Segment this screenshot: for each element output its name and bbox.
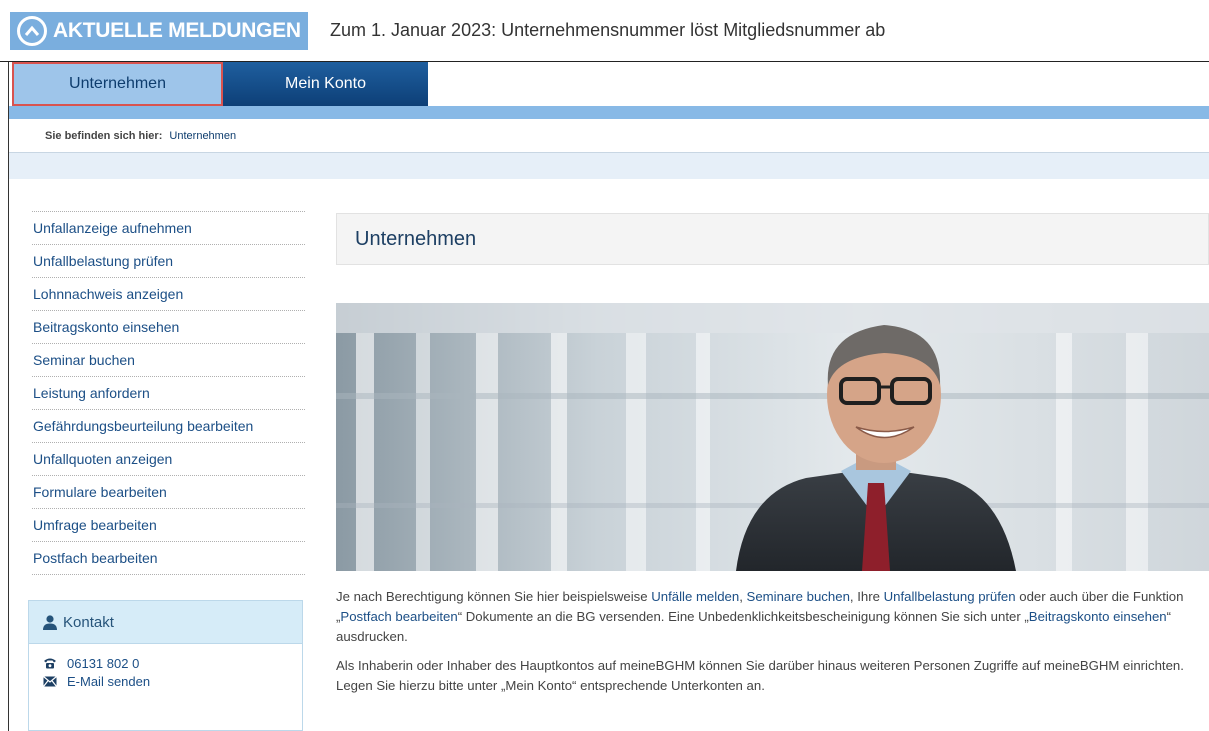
intro-text: Je nach Berechtigung können Sie hier bei… <box>336 587 1209 705</box>
breadcrumb: Sie befinden sich hier: Unternehmen <box>45 130 236 142</box>
page-title: Unternehmen <box>336 213 1209 265</box>
main-nav: Unternehmen Mein Konto <box>9 62 1209 107</box>
contact-header: Kontakt <box>29 601 302 644</box>
contact-title: Kontakt <box>63 613 114 631</box>
envelope-icon <box>43 675 57 687</box>
sidebar-nav: Unfallanzeige aufnehmen Unfallbelastung … <box>32 211 305 575</box>
sidebar-item-seminar[interactable]: Seminar buchen <box>32 344 305 377</box>
breadcrumb-prefix: Sie befinden sich hier: <box>45 130 163 142</box>
nav-stripe <box>9 106 1209 119</box>
sidebar-item-postfach[interactable]: Postfach bearbeiten <box>32 542 305 575</box>
text-segment: Je nach Berechtigung können Sie hier bei… <box>336 589 652 604</box>
text-segment: , Ihre <box>849 589 884 604</box>
link-unfaelle-melden[interactable]: Unfälle melden <box>651 589 739 604</box>
news-badge-label: AKTUELLE MELDUNGEN <box>53 19 301 42</box>
sidebar-item-unfallbelastung[interactable]: Unfallbelastung prüfen <box>32 245 305 278</box>
breadcrumb-current[interactable]: Unternehmen <box>169 130 236 142</box>
sidebar-item-lohnnachweis[interactable]: Lohnnachweis anzeigen <box>32 278 305 311</box>
text-segment: , <box>739 589 747 604</box>
contact-phone-number: 06131 802 0 <box>67 655 140 671</box>
phone-icon <box>44 658 56 669</box>
news-bar: AKTUELLE MELDUNGEN Zum 1. Januar 2023: U… <box>0 0 1209 62</box>
tab-unternehmen[interactable]: Unternehmen <box>12 62 223 106</box>
contact-email[interactable]: E-Mail senden <box>29 672 302 690</box>
intro-paragraph-1: Je nach Berechtigung können Sie hier bei… <box>336 587 1209 647</box>
link-postfach-bearbeiten[interactable]: Postfach bearbeiten <box>340 609 457 624</box>
chevron-up-icon <box>17 16 47 46</box>
sidebar-item-unfallquoten[interactable]: Unfallquoten anzeigen <box>32 443 305 476</box>
news-toggle-button[interactable]: AKTUELLE MELDUNGEN <box>10 12 308 50</box>
sidebar-item-gefaehrdungsbeurteilung[interactable]: Gefährdungsbeurteilung bearbeiten <box>32 410 305 443</box>
contact-email-link[interactable]: E-Mail senden <box>67 674 150 689</box>
link-beitragskonto-einsehen[interactable]: Beitragskonto einsehen <box>1029 609 1167 624</box>
sidebar-item-formulare[interactable]: Formulare bearbeiten <box>32 476 305 509</box>
breadcrumb-bar: Sie befinden sich hier: Unternehmen <box>9 119 1209 153</box>
sidebar-item-leistung[interactable]: Leistung anfordern <box>32 377 305 410</box>
sidebar-item-umfrage[interactable]: Umfrage bearbeiten <box>32 509 305 542</box>
text-segment: “ Dokumente an die BG versenden. Eine Un… <box>457 609 1029 624</box>
intro-paragraph-2: Als Inhaberin oder Inhaber des Hauptkont… <box>336 658 1184 693</box>
sidebar-item-beitragskonto[interactable]: Beitragskonto einsehen <box>32 311 305 344</box>
hero-image <box>336 303 1209 571</box>
user-icon <box>43 614 57 630</box>
link-unfallbelastung-pruefen[interactable]: Unfallbelastung prüfen <box>884 589 1016 604</box>
contact-box: Kontakt 06131 802 0 E-Mail senden <box>28 600 303 731</box>
link-seminare-buchen[interactable]: Seminare buchen <box>747 589 850 604</box>
sidebar-item-unfallanzeige[interactable]: Unfallanzeige aufnehmen <box>32 212 305 245</box>
header-band <box>9 153 1209 179</box>
news-headline-link[interactable]: Zum 1. Januar 2023: Unternehmensnummer l… <box>330 20 885 41</box>
tab-mein-konto[interactable]: Mein Konto <box>223 62 428 106</box>
contact-phone: 06131 802 0 <box>29 654 302 672</box>
